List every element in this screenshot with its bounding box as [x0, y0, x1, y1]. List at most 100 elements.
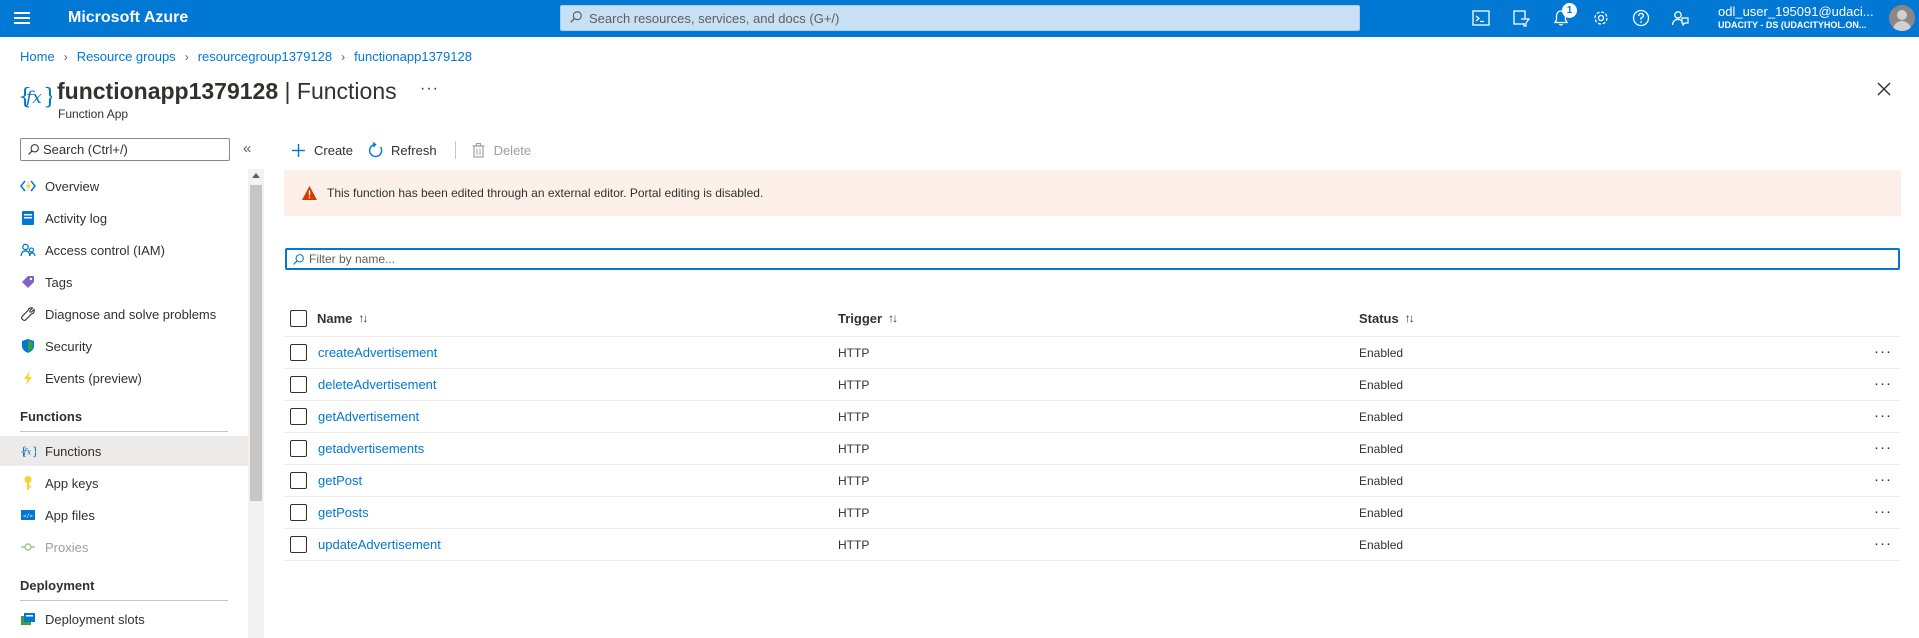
search-icon [293, 254, 304, 265]
refresh-label: Refresh [391, 142, 437, 158]
nav-scrollbar-thumb[interactable] [250, 185, 262, 501]
help-icon[interactable] [1629, 7, 1653, 29]
table-row[interactable]: createAdvertisement HTTP Enabled ··· [284, 336, 1900, 368]
command-bar: Create Refresh Delete [290, 138, 545, 162]
row-checkbox[interactable] [290, 472, 307, 489]
row-checkbox[interactable] [290, 440, 307, 457]
breadcrumb-resource-groups[interactable]: Resource groups [77, 49, 176, 64]
table-row[interactable]: getAdvertisement HTTP Enabled ··· [284, 400, 1900, 432]
trigger-cell: HTTP [838, 345, 870, 360]
avatar[interactable] [1889, 5, 1915, 31]
toolbar-divider [454, 141, 456, 159]
refresh-icon [368, 141, 383, 157]
refresh-button[interactable]: Refresh [367, 141, 437, 159]
page-title: functionapp1379128 | Functions [57, 78, 397, 105]
column-header-status[interactable]: Status ↑↓ [1359, 302, 1415, 334]
settings-icon[interactable] [1589, 7, 1613, 29]
brand-title[interactable]: Microsoft Azure [68, 9, 188, 27]
lightning-icon [19, 369, 37, 387]
nav-item-diagnose[interactable]: Diagnose and solve problems [0, 299, 248, 329]
plus-icon [292, 143, 305, 157]
directory-filter-icon[interactable] [1509, 7, 1533, 29]
row-more-button[interactable]: ··· [1874, 504, 1892, 519]
collapse-nav-button[interactable]: « [243, 140, 251, 157]
user-tenant: UDACITY - DS (UDACITYHOL.ON... [1718, 20, 1867, 30]
nav-item-access-control[interactable]: Access control (IAM) [0, 235, 248, 265]
nav-item-app-files[interactable]: </> App files [0, 500, 248, 530]
column-header-trigger[interactable]: Trigger ↑↓ [838, 302, 898, 334]
sort-icon: ↑↓ [1404, 311, 1415, 325]
function-icon: {fx} [19, 442, 37, 460]
breadcrumb-function-app[interactable]: functionapp1379128 [354, 49, 472, 64]
table-row[interactable]: getPost HTTP Enabled ··· [284, 464, 1900, 496]
account-info[interactable]: odl_user_195091@udaci... UDACITY - DS (U… [1718, 4, 1883, 30]
function-name-link[interactable]: deleteAdvertisement [318, 377, 437, 392]
nav-item-app-keys[interactable]: App keys [0, 468, 248, 498]
sort-icon: ↑↓ [888, 311, 898, 325]
portal-menu-icon[interactable] [11, 9, 33, 27]
nav-item-overview[interactable]: Overview [0, 171, 248, 201]
row-more-button[interactable]: ··· [1874, 344, 1892, 359]
warning-text: This function has been edited through an… [327, 186, 764, 200]
trigger-cell: HTTP [838, 537, 870, 552]
nav-item-security[interactable]: Security [0, 331, 248, 361]
row-checkbox[interactable] [290, 536, 307, 553]
table-row[interactable]: deleteAdvertisement HTTP Enabled ··· [284, 368, 1900, 400]
row-checkbox[interactable] [290, 504, 307, 521]
table-row[interactable]: getadvertisements HTTP Enabled ··· [284, 432, 1900, 464]
create-button[interactable]: Create [290, 142, 353, 159]
top-bar: Microsoft Azure 1 odl_user_195091@udaci.… [0, 0, 1919, 37]
function-name-link[interactable]: getPost [318, 473, 362, 488]
nav-search-input[interactable] [43, 139, 223, 160]
nav-item-deployment-slots[interactable]: Deployment slots [0, 604, 248, 634]
global-search-input[interactable] [589, 6, 1349, 30]
global-search[interactable] [560, 5, 1360, 31]
scroll-up-arrow-icon[interactable] [252, 173, 260, 178]
nav-item-label: Events (preview) [45, 370, 142, 386]
nav-item-functions[interactable]: {fx} Functions [0, 436, 248, 466]
row-more-button[interactable]: ··· [1874, 536, 1892, 551]
nav-item-proxies[interactable]: Proxies [0, 532, 248, 562]
row-more-button[interactable]: ··· [1874, 408, 1892, 423]
column-label: Trigger [838, 310, 883, 326]
function-name-link[interactable]: createAdvertisement [318, 345, 437, 360]
filter-input[interactable] [309, 250, 1889, 268]
function-name-link[interactable]: getAdvertisement [318, 409, 419, 424]
row-checkbox[interactable] [290, 408, 307, 425]
row-more-button[interactable]: ··· [1874, 472, 1892, 487]
status-cell: Enabled [1359, 345, 1404, 360]
function-name-link[interactable]: getadvertisements [318, 441, 424, 456]
nav-item-events[interactable]: Events (preview) [0, 363, 248, 393]
svg-text:fx: fx [24, 88, 42, 108]
function-name-link[interactable]: updateAdvertisement [318, 537, 441, 552]
row-checkbox[interactable] [290, 344, 307, 361]
table-row[interactable]: getPosts HTTP Enabled ··· [284, 496, 1900, 528]
row-checkbox[interactable] [290, 376, 307, 393]
row-more-button[interactable]: ··· [1874, 376, 1892, 391]
column-header-name[interactable]: Name ↑↓ [317, 302, 368, 334]
function-name-link[interactable]: getPosts [318, 505, 369, 520]
more-actions-button[interactable]: ··· [420, 80, 439, 98]
close-icon[interactable] [1875, 80, 1893, 98]
breadcrumb-home[interactable]: Home [20, 49, 55, 64]
table-row[interactable]: updateAdvertisement HTTP Enabled ··· [284, 528, 1900, 560]
nav-search[interactable] [20, 138, 230, 161]
feedback-icon[interactable] [1668, 7, 1692, 29]
notifications-icon[interactable]: 1 [1549, 3, 1577, 29]
delete-label: Delete [493, 142, 532, 158]
breadcrumb-resource-group[interactable]: resourcegroup1379128 [198, 49, 332, 64]
page-subtitle: Function App [58, 107, 129, 121]
breadcrumb: Home › Resource groups › resourcegroup13… [20, 49, 472, 64]
sort-icon: ↑↓ [358, 311, 368, 325]
nav-item-tags[interactable]: Tags [0, 267, 248, 297]
title-separator: | [278, 78, 297, 104]
nav-item-label: Diagnose and solve problems [45, 306, 217, 322]
nav-item-label: Proxies [45, 539, 89, 555]
nav-item-activity-log[interactable]: Activity log [0, 203, 248, 233]
delete-button[interactable]: Delete [470, 142, 532, 159]
select-all-checkbox[interactable] [290, 309, 307, 327]
filter-box[interactable] [285, 248, 1900, 270]
cloud-shell-icon[interactable] [1469, 7, 1493, 29]
row-more-button[interactable]: ··· [1874, 440, 1892, 455]
status-cell: Enabled [1359, 377, 1404, 392]
